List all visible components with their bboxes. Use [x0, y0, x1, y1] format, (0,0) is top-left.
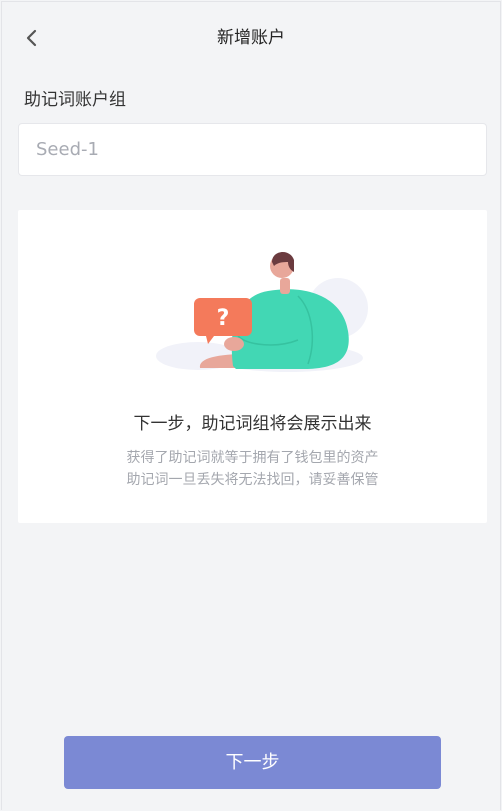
question-mark-icon: ?: [217, 306, 230, 331]
account-group-label: 助记词账户组: [24, 90, 126, 110]
header: 新增账户: [2, 2, 500, 74]
card-title: 下一步，助记词组将会展示出来: [133, 414, 372, 434]
card-description-line-2: 助记词一旦丢失将无法找回，请妥善保管: [126, 472, 379, 488]
next-step-button[interactable]: 下一步: [64, 736, 441, 789]
app-window: 新增账户 助记词账户组 ?: [1, 1, 501, 810]
account-group-field[interactable]: [18, 123, 487, 176]
account-group-input[interactable]: [19, 124, 486, 175]
page-title: 新增账户: [217, 28, 285, 48]
person-with-question-bubble-illustration: ?: [156, 251, 368, 372]
card-description-line-1: 获得了助记词就等于拥有了钱包里的资产: [126, 450, 379, 466]
info-card: ? 下一步，助记词组将会展示出来 获得了助记词就等于拥有了钱包里的资产 助记词一…: [18, 210, 487, 523]
